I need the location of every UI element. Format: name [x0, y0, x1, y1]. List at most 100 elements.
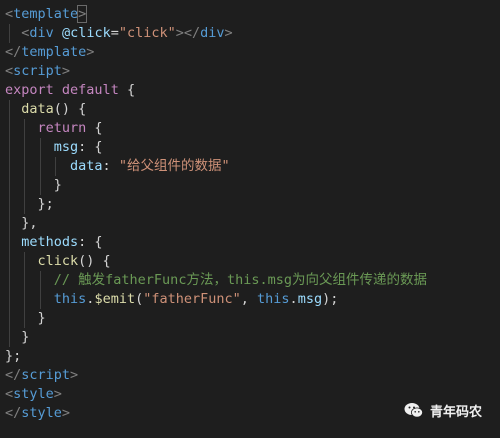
code-token: > [61, 63, 71, 79]
code-token: } [37, 310, 46, 326]
code-token: msg [53, 139, 79, 155]
indent-guide [9, 328, 10, 347]
wechat-icon [404, 402, 424, 419]
indent-guide [9, 252, 10, 271]
indent-guide [9, 119, 10, 138]
code-token: "fatherFunc" [143, 291, 241, 307]
code-line[interactable]: return { [0, 119, 427, 138]
code-token: click [37, 253, 79, 269]
indent-guide [24, 138, 25, 157]
code-token: div [200, 25, 225, 41]
code-line[interactable]: }; [0, 347, 427, 366]
indent-guide [9, 100, 10, 119]
code-line[interactable]: click() { [0, 252, 427, 271]
indent-guide [9, 233, 10, 252]
code-line[interactable]: } [0, 328, 427, 347]
code-line[interactable]: <script> [0, 62, 427, 81]
code-token: methods [21, 234, 79, 250]
code-token: return [37, 120, 87, 136]
code-token: // 触发fatherFunc方法，this.msg为向父组件传递的数据 [53, 272, 427, 288]
code-token: () { [78, 253, 111, 269]
code-token: data [70, 158, 103, 174]
indent-guide [40, 176, 41, 195]
code-token: this [257, 291, 290, 307]
indent-guide [24, 290, 25, 309]
code-line[interactable]: }; [0, 195, 427, 214]
code-line[interactable]: }, [0, 214, 427, 233]
indent-guide [9, 176, 10, 195]
code-token: : { [78, 139, 103, 155]
indent-guide [55, 157, 56, 176]
code-token: < [5, 6, 14, 22]
indent-guide [24, 157, 25, 176]
code-token: "给父组件的数据" [118, 158, 230, 174]
code-line[interactable]: methods: { [0, 233, 427, 252]
code-token: } [21, 329, 30, 345]
watermark-label: 青年码农 [429, 404, 482, 419]
code-token: ); [322, 291, 339, 307]
indent-guide [9, 157, 10, 176]
indent-guide [24, 271, 25, 290]
code-token: data [21, 101, 54, 117]
code-token: this [53, 291, 87, 307]
indent-guide [9, 138, 10, 157]
code-token: > [70, 367, 79, 383]
indent-guide [24, 176, 25, 195]
code-token: > [86, 44, 95, 60]
code-token: template [21, 44, 87, 60]
code-token: export [5, 82, 54, 98]
code-token: , [240, 291, 258, 307]
code-token: () { [53, 101, 87, 117]
code-line[interactable]: data() { [0, 100, 427, 119]
watermark: 青年码农 [404, 401, 482, 420]
indent-guide [24, 309, 25, 328]
code-line[interactable]: </style> [0, 404, 427, 423]
indent-guide [40, 271, 41, 290]
code-line[interactable]: // 触发fatherFunc方法，this.msg为向父组件传递的数据 [0, 271, 427, 290]
code-token: { [118, 82, 136, 98]
indent-guide [40, 138, 41, 157]
code-token: < [5, 63, 14, 79]
code-token: { [86, 120, 103, 136]
code-token: "click" [118, 25, 176, 41]
code-line[interactable]: this.$emit("fatherFunc", this.msg); [0, 290, 427, 309]
indent-guide [24, 119, 25, 138]
code-token: > [77, 5, 88, 23]
indent-guide [9, 309, 10, 328]
code-line[interactable]: } [0, 176, 427, 195]
code-token: < [5, 386, 14, 402]
code-token: msg [297, 291, 323, 307]
code-line[interactable]: </template> [0, 43, 427, 62]
indent-guide [9, 214, 10, 233]
code-area[interactable]: <template> <div @click="click"></div> </t… [0, 5, 427, 423]
code-line[interactable]: msg: { [0, 138, 427, 157]
code-line[interactable]: export default { [0, 81, 427, 100]
code-token: ( [135, 291, 144, 307]
indent-guide [9, 290, 10, 309]
code-line[interactable]: </script> [0, 366, 427, 385]
code-line[interactable]: } [0, 309, 427, 328]
code-line[interactable]: data: "给父组件的数据" [0, 157, 427, 176]
indent-guide [40, 157, 41, 176]
code-token: > [61, 405, 71, 421]
code-token: @click [61, 25, 111, 41]
indent-guide [24, 195, 25, 214]
code-token: script [13, 63, 62, 79]
indent-guide [40, 290, 41, 309]
code-line[interactable]: <template> [0, 5, 427, 24]
code-token: > [53, 386, 62, 402]
code-editor[interactable]: <template> <div @click="click"></div> </t… [0, 0, 500, 438]
code-token: : { [78, 234, 103, 250]
code-token: style [21, 405, 62, 421]
code-line[interactable]: <style> [0, 385, 427, 404]
indent-guide [9, 195, 10, 214]
code-token: } [53, 177, 62, 193]
code-line[interactable]: <div @click="click"></div> [0, 24, 427, 43]
